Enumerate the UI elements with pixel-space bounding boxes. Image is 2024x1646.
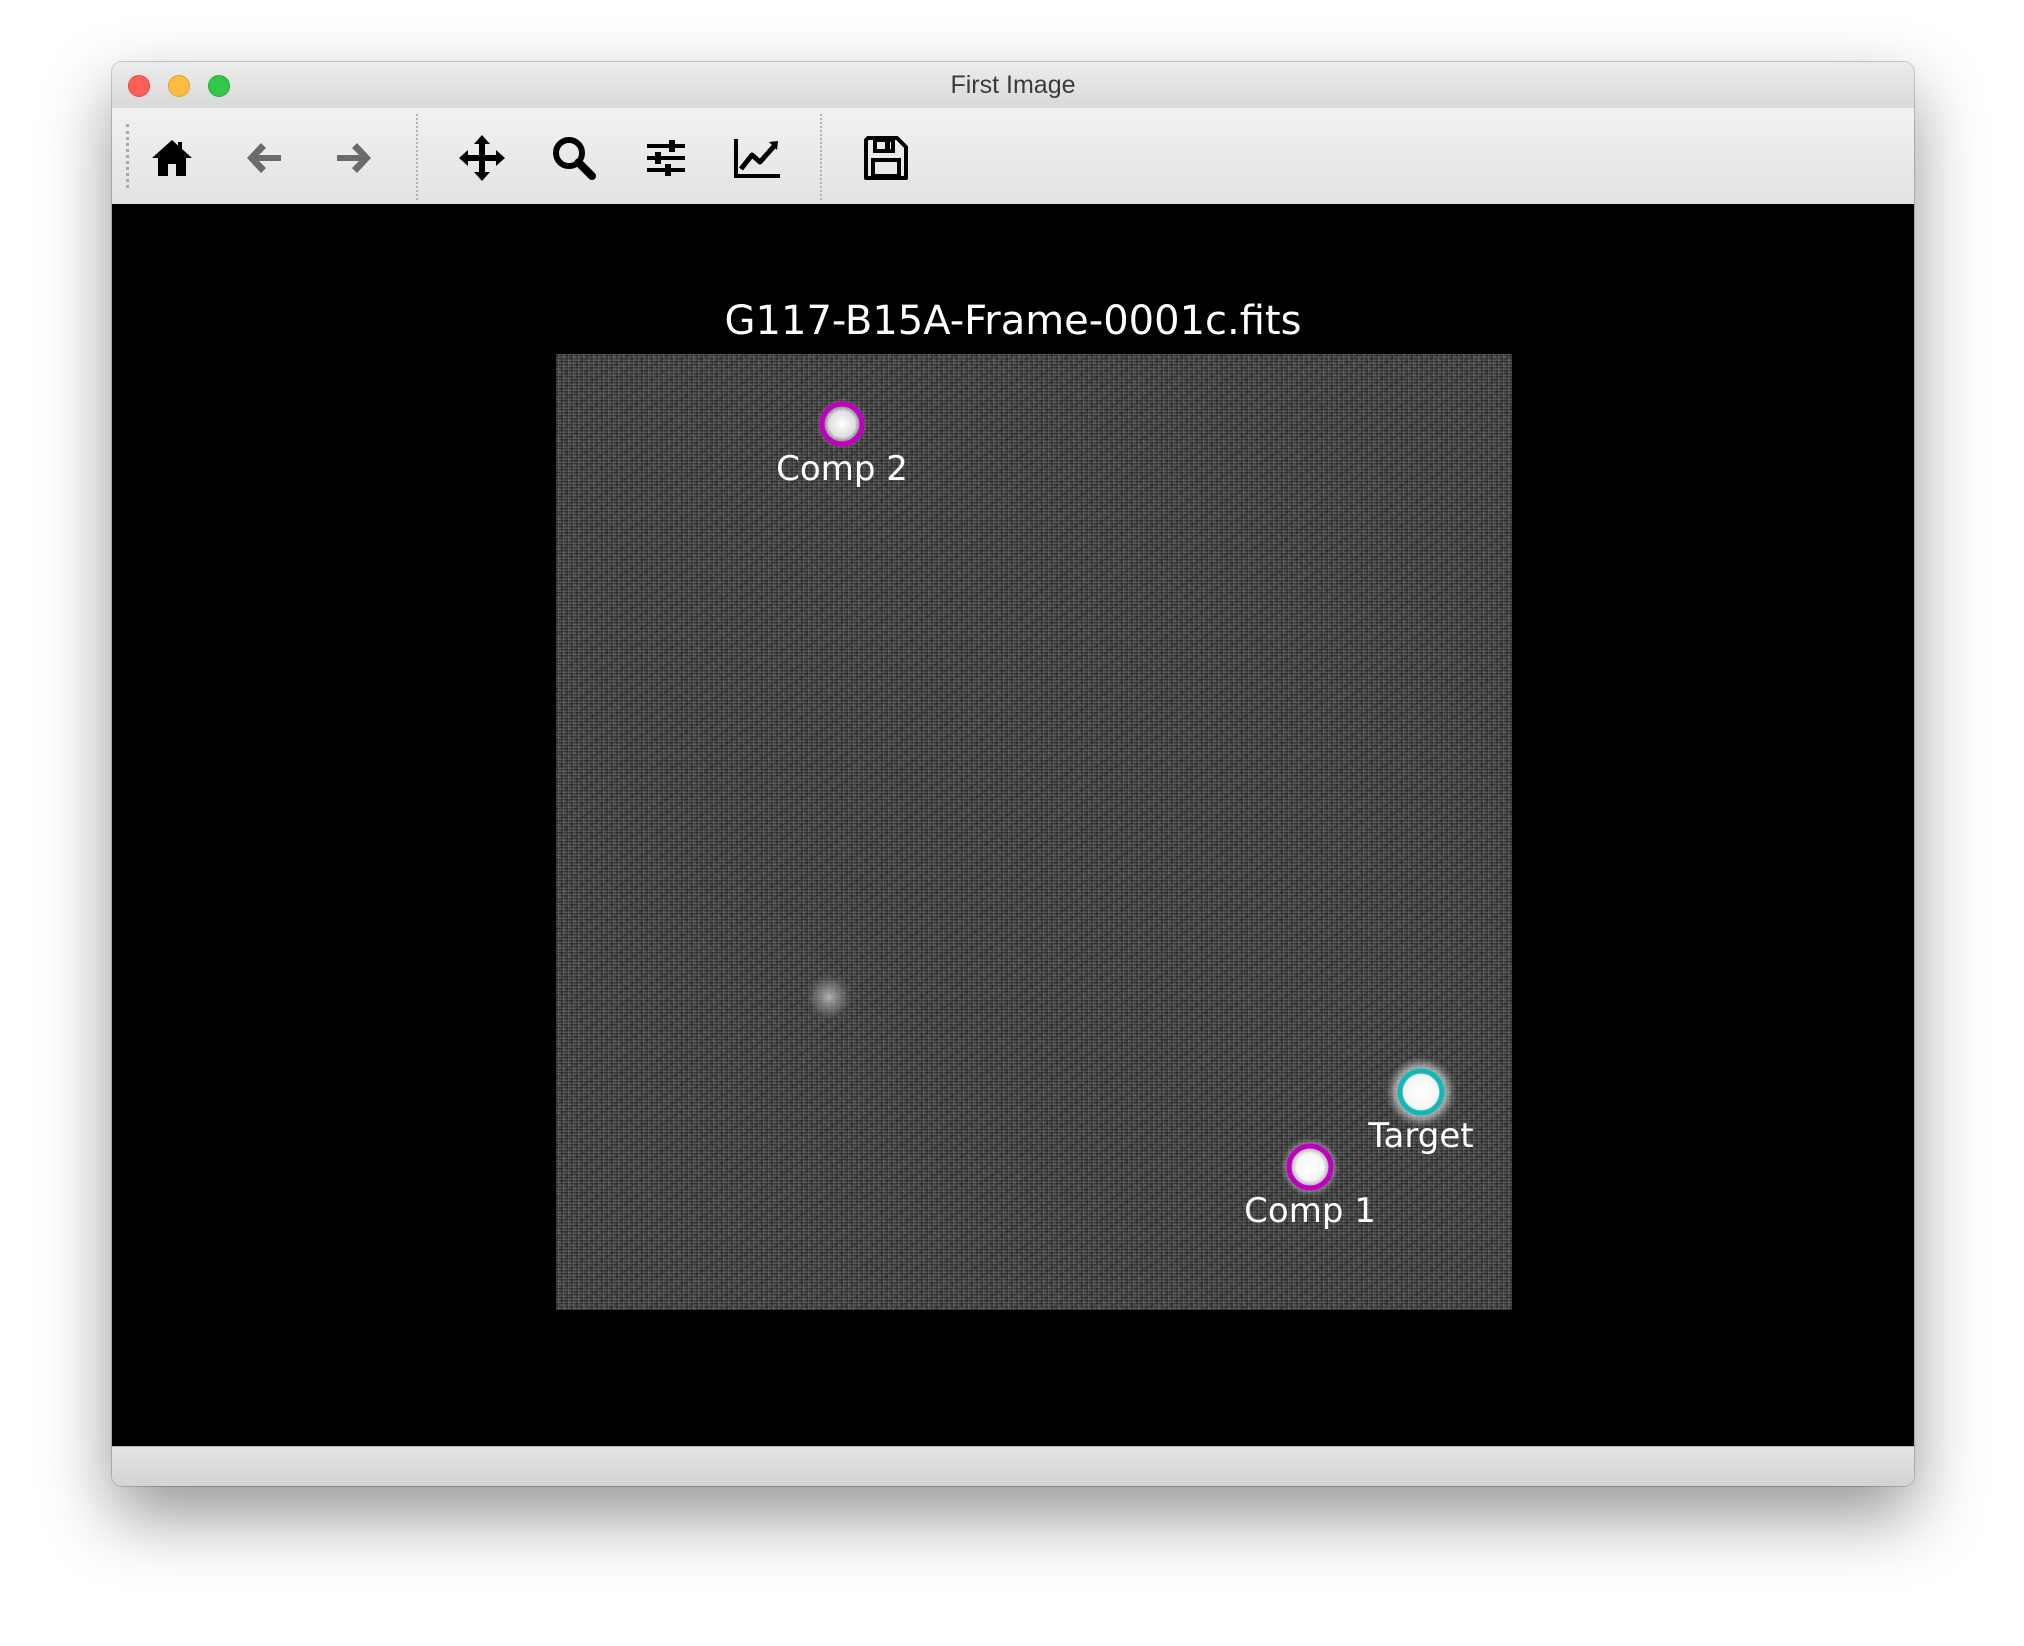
move-arrows-icon (459, 135, 505, 181)
fits-image[interactable]: Comp 2 Target Comp 1 (556, 354, 1512, 1310)
star-overlay: Comp 2 Target Comp 1 (776, 398, 1474, 1231)
magnifier-icon (553, 137, 596, 180)
star-target[interactable]: Target (1367, 1056, 1474, 1156)
save-button[interactable] (856, 128, 916, 188)
plot-title: G117-B15A-Frame-0001c.fits (724, 298, 1302, 344)
comp-1-label: Comp 1 (1244, 1191, 1376, 1231)
star-comp-1[interactable]: Comp 1 (1244, 1137, 1376, 1231)
zoom-button[interactable] (544, 128, 604, 188)
navigation-toolbar (112, 108, 1914, 205)
configure-subplots-button[interactable] (636, 128, 696, 188)
sliders-icon (647, 140, 685, 176)
floppy-disk-icon (864, 136, 908, 180)
star-comp-2[interactable]: Comp 2 (776, 398, 908, 489)
home-button[interactable] (142, 128, 202, 188)
edit-axis-button[interactable] (728, 128, 788, 188)
target-label: Target (1367, 1116, 1473, 1156)
comp-2-label: Comp 2 (776, 449, 908, 489)
back-button[interactable] (234, 128, 294, 188)
window-title: First Image (950, 71, 1076, 99)
toolbar-separator (820, 114, 822, 200)
status-bar (112, 1446, 1914, 1486)
app-window: First Image G117-B15A-Frame-0001c.fits C… (112, 62, 1914, 1486)
figure-canvas[interactable]: G117-B15A-Frame-0001c.fits Comp 2 Target… (112, 204, 1914, 1446)
title-bar[interactable]: First Image (112, 62, 1914, 109)
home-icon (152, 140, 192, 176)
line-chart-icon (734, 139, 780, 178)
forward-button[interactable] (324, 128, 384, 188)
pan-button[interactable] (452, 128, 512, 188)
arrow-left-icon (247, 143, 281, 173)
arrow-right-icon (337, 143, 371, 173)
faint-star (805, 973, 853, 1021)
toolbar-grip[interactable] (126, 124, 129, 188)
toolbar-separator (416, 114, 418, 200)
